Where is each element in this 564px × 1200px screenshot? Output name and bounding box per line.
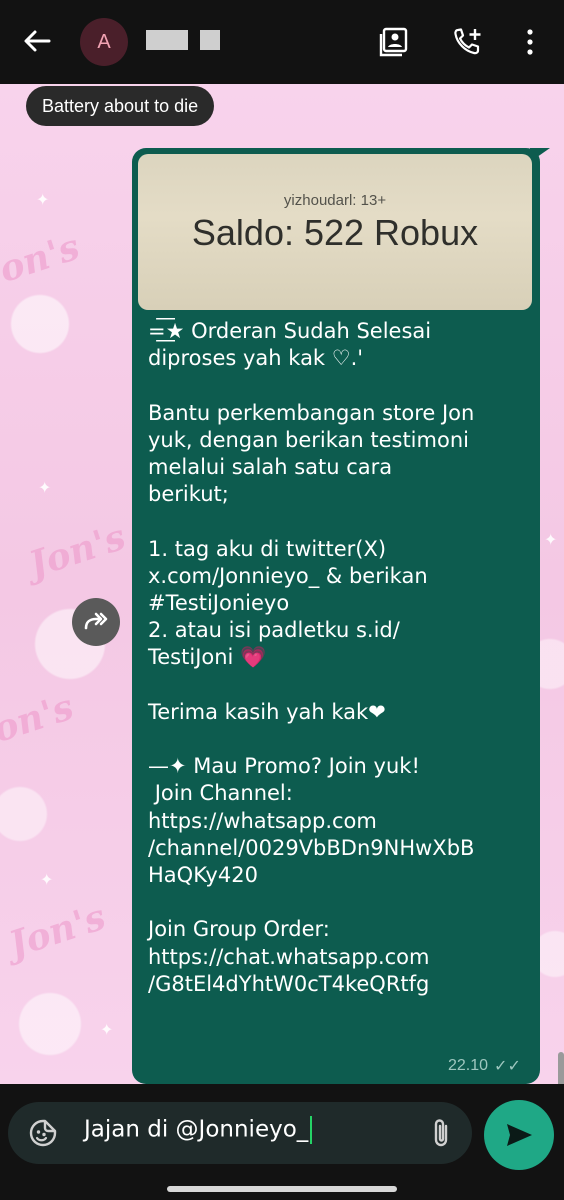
- message-text: =͟͟͞͞★ Orderan Sudah Selesai diproses ya…: [148, 319, 475, 996]
- sparkle-decoration: ✦: [38, 478, 52, 497]
- forward-icon: [84, 612, 108, 630]
- text-caret: [310, 1116, 313, 1144]
- more-options-icon[interactable]: [514, 26, 546, 58]
- sticker-icon[interactable]: [28, 1118, 58, 1148]
- message-meta: 22.10 ✓✓: [448, 1056, 521, 1076]
- image-username: yizhoudarl: 13+: [283, 192, 387, 209]
- sparkle-decoration: ✦: [544, 530, 558, 549]
- message-input-text: Jajan di @Jonnieyo_: [84, 1116, 309, 1143]
- add-call-icon[interactable]: [452, 26, 484, 58]
- message-image[interactable]: yizhoudarl: 13+ Saldo: 522 Robux: [138, 154, 532, 310]
- home-indicator[interactable]: [167, 1186, 397, 1192]
- back-arrow-icon[interactable]: [22, 26, 52, 56]
- sparkle-decoration: ✦: [36, 190, 50, 209]
- message-input[interactable]: Jajan di @Jonnieyo_: [84, 1116, 313, 1144]
- sparkle-decoration: ✦: [40, 870, 54, 889]
- contact-name-redacted[interactable]: [146, 30, 220, 50]
- image-balance-text: Saldo: 522 Robux: [191, 212, 479, 253]
- attach-icon[interactable]: [426, 1117, 456, 1149]
- sparkle-decoration: ✦: [100, 1020, 114, 1039]
- contact-card-icon[interactable]: [378, 26, 410, 58]
- send-icon: [507, 1124, 532, 1146]
- chat-header: A: [0, 0, 564, 84]
- send-button[interactable]: [484, 1100, 554, 1170]
- forward-button[interactable]: [72, 598, 120, 646]
- message-composer[interactable]: Jajan di @Jonnieyo_: [8, 1102, 472, 1164]
- bubble-tail: [530, 148, 550, 162]
- message-time: 22.10: [448, 1057, 489, 1074]
- avatar[interactable]: A: [80, 18, 128, 66]
- battery-toast: Battery about to die: [26, 86, 215, 126]
- read-receipt-icon: ✓✓: [494, 1058, 521, 1075]
